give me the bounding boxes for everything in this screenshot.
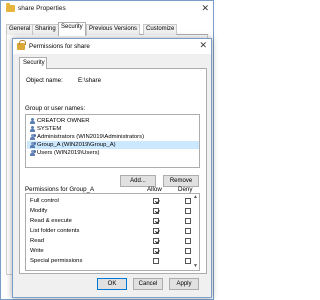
deny-checkbox[interactable] — [185, 198, 191, 204]
apply-button[interactable]: Apply — [169, 278, 199, 290]
group-icon — [29, 134, 36, 140]
user-list[interactable]: CREATOR OWNER SYSTEM Administrators (WIN… — [25, 114, 200, 168]
lock-icon — [17, 40, 26, 50]
tab-security-dialog[interactable]: Security — [19, 57, 47, 69]
allow-checkbox[interactable] — [153, 258, 159, 264]
user-group-a[interactable]: Group_A (WIN2019\Group_A) — [27, 141, 199, 149]
tab-previous-versions[interactable]: Previous Versions — [86, 24, 141, 35]
object-name-label: Object name: — [26, 77, 63, 84]
perm-name: Write — [30, 248, 44, 254]
user-icon — [29, 126, 36, 132]
perm-name: Modify — [30, 208, 48, 214]
deny-checkbox[interactable] — [185, 258, 191, 264]
permissions-dialog: Permissions for share ✕ Security Object … — [12, 38, 212, 298]
perm-row-special-permissions: Special permissions — [26, 257, 199, 265]
title-bar: share Properties ✕ — [1, 1, 213, 17]
perm-name: Full control — [30, 198, 59, 204]
deny-checkbox[interactable] — [185, 228, 191, 234]
deny-checkbox[interactable] — [185, 218, 191, 224]
tab-general[interactable]: General — [6, 24, 34, 35]
allow-checkbox[interactable] — [153, 238, 159, 244]
user-creator-owner[interactable]: CREATOR OWNER — [27, 117, 199, 125]
user-system[interactable]: SYSTEM — [27, 125, 199, 133]
user-icon — [29, 118, 36, 124]
dialog-close-icon[interactable]: ✕ — [199, 40, 207, 51]
perm-row-read: Read — [26, 237, 199, 245]
allow-checkbox[interactable] — [153, 208, 159, 214]
tab-sharing[interactable]: Sharing — [32, 24, 59, 35]
permissions-table: ▲ ▼ Full control Modify Read & execute L… — [25, 193, 200, 271]
perm-row-list-folder-contents: List folder contents — [26, 227, 199, 235]
dialog-title: Permissions for share — [29, 43, 90, 50]
user-users[interactable]: Users (WIN2019\Users) — [27, 149, 199, 157]
perm-name: Read & execute — [30, 218, 72, 224]
tab-security[interactable]: Security — [58, 22, 86, 36]
security-panel: Object name: E:\share Group or user name… — [19, 68, 207, 274]
perm-name: Special permissions — [30, 258, 83, 264]
dialog-title-bar: Permissions for share ✕ — [13, 39, 211, 54]
user-name: CREATOR OWNER — [37, 118, 90, 124]
object-name-value: E:\share — [78, 77, 102, 84]
perm-row-write: Write — [26, 247, 199, 255]
deny-checkbox[interactable] — [185, 208, 191, 214]
allow-header: Allow — [147, 186, 162, 193]
deny-checkbox[interactable] — [185, 238, 191, 244]
user-administrators[interactable]: Administrators (WIN2019\Administrators) — [27, 133, 199, 141]
group-or-user-names-label: Group or user names: — [25, 105, 86, 112]
allow-checkbox[interactable] — [153, 228, 159, 234]
user-name: Users (WIN2019\Users) — [37, 150, 100, 156]
ok-button[interactable]: OK — [97, 278, 127, 290]
group-icon — [29, 150, 36, 156]
permissions-for-label: Permissions for Group_A — [25, 186, 95, 193]
deny-header: Deny — [178, 186, 193, 193]
user-name: Administrators (WIN2019\Administrators) — [37, 134, 145, 140]
user-name: Group_A (WIN2019\Group_A) — [37, 142, 116, 148]
perm-row-modify: Modify — [26, 207, 199, 215]
perm-name: List folder contents — [30, 228, 80, 234]
folder-icon — [6, 3, 15, 12]
deny-checkbox[interactable] — [185, 248, 191, 254]
perm-row-full-control: Full control — [26, 197, 199, 205]
cancel-button[interactable]: Cancel — [133, 278, 163, 290]
allow-checkbox[interactable] — [153, 198, 159, 204]
allow-checkbox[interactable] — [153, 218, 159, 224]
properties-tabs: General Sharing Security Previous Versio… — [6, 22, 208, 36]
group-icon — [29, 142, 36, 148]
perm-name: Read — [30, 238, 45, 244]
perm-row-read-execute: Read & execute — [26, 217, 199, 225]
allow-checkbox[interactable] — [153, 248, 159, 254]
tab-customize[interactable]: Customize — [143, 24, 178, 35]
close-icon[interactable]: ✕ — [201, 3, 209, 14]
window-title: share Properties — [18, 5, 66, 12]
user-name: SYSTEM — [37, 126, 62, 132]
